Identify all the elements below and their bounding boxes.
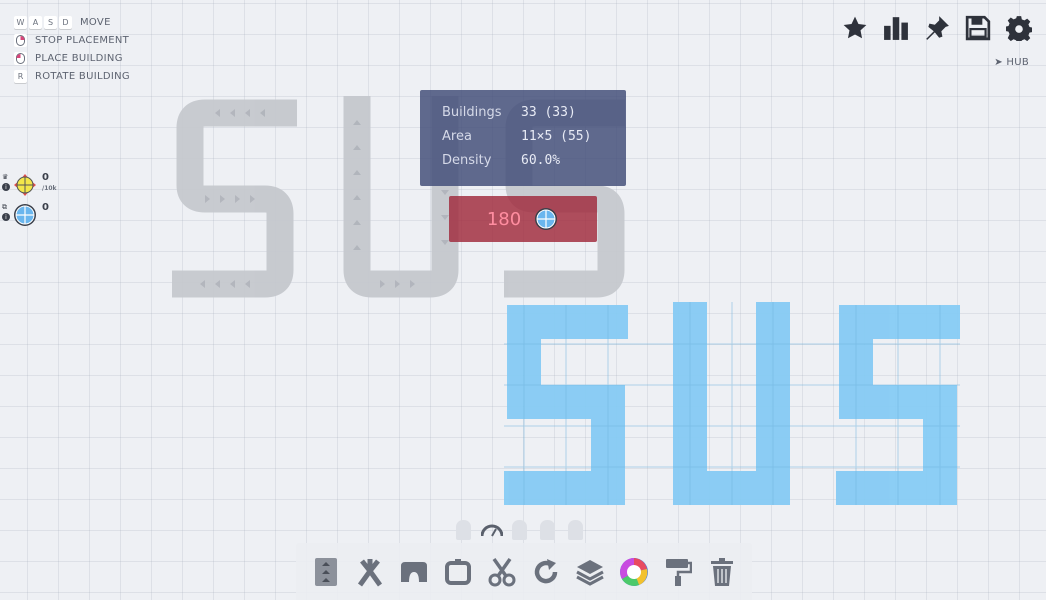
info-icon[interactable]: i	[2, 213, 10, 221]
key-d: D	[59, 15, 72, 29]
stat-value-buildings: 33 (33)	[521, 104, 576, 120]
hint-place-building: PLACE BUILDING	[14, 49, 130, 67]
key-r: R	[14, 69, 27, 83]
key-s: S	[44, 15, 57, 29]
extractor-tool-icon[interactable]	[443, 557, 473, 587]
pinned-badges: ⧉ i	[2, 204, 12, 221]
speed-variant-icon[interactable]	[480, 520, 504, 540]
stat-value-density: 60.0%	[521, 152, 561, 168]
hint-stop-placement: STOP PLACEMENT	[14, 31, 130, 49]
stacker-tool-icon[interactable]	[575, 557, 605, 587]
variant-slot[interactable]	[512, 520, 527, 540]
star-icon[interactable]	[841, 14, 868, 41]
building-toolbar	[296, 543, 752, 600]
crown-icon: ♛	[2, 173, 9, 181]
pinned-count-1: 0	[42, 172, 49, 183]
hub-label: HUB	[1006, 57, 1029, 68]
stat-value-area: 11×5 (55)	[521, 128, 592, 144]
hint-label-place: PLACE BUILDING	[35, 52, 123, 64]
hint-label-rotate: ROTATE BUILDING	[35, 70, 130, 82]
save-icon[interactable]	[964, 14, 991, 41]
pinned-badges: ♛ i	[2, 174, 12, 191]
settings-icon[interactable]	[1005, 14, 1032, 41]
variant-slot[interactable]	[568, 520, 583, 540]
pinned-count-2: 0	[42, 202, 49, 213]
pinned-goal-1: /10k	[42, 185, 57, 192]
target-shape-icon	[14, 174, 36, 196]
hub-arrow-icon: ➤	[994, 57, 1003, 68]
mixer-tool-icon[interactable]	[619, 557, 649, 587]
pinned-shapes: ♛ i 0 /10k ⧉ i 0	[2, 172, 57, 232]
stat-label-area: Area	[442, 128, 472, 144]
unpin-icon[interactable]: ⧉	[2, 204, 12, 211]
key-hints-panel: W A S D MOVE STOP PLACEMENT PLACE BUILDI…	[14, 13, 130, 85]
mouse-left-icon	[14, 51, 27, 65]
tunnel-tool-icon[interactable]	[399, 557, 429, 587]
info-icon[interactable]: i	[2, 183, 10, 191]
top-toolbar	[841, 14, 1032, 41]
pinned-shape-row[interactable]: ⧉ i 0	[2, 202, 57, 232]
variant-slot[interactable]	[456, 520, 471, 540]
hint-rotate: R ROTATE BUILDING	[14, 67, 130, 85]
painter-tool-icon[interactable]	[663, 557, 693, 587]
trash-tool-icon[interactable]	[707, 557, 737, 587]
stat-row-density: Density 60.0%	[442, 148, 591, 172]
stat-row-area: Area 11×5 (55)	[442, 124, 591, 148]
stat-row-buildings: Buildings 33 (33)	[442, 100, 591, 124]
hub-link[interactable]: ➤ HUB	[994, 57, 1029, 68]
circle-shape-icon	[535, 208, 558, 230]
mouse-right-icon	[14, 33, 27, 47]
key-w: W	[14, 15, 27, 29]
stat-label-buildings: Buildings	[442, 104, 502, 120]
selection-stats-panel: Buildings 33 (33) Area 11×5 (55) Density…	[420, 90, 626, 186]
pin-icon[interactable]	[923, 14, 950, 41]
stats-icon[interactable]	[882, 14, 909, 41]
hint-move: W A S D MOVE	[14, 13, 130, 31]
splitter-tool-icon[interactable]	[355, 557, 385, 587]
pinned-shape-row[interactable]: ♛ i 0 /10k	[2, 172, 57, 202]
cost-value: 180	[486, 208, 522, 230]
hint-label-move: MOVE	[80, 16, 111, 28]
circle-shape-icon	[14, 204, 36, 226]
hint-label-stop: STOP PLACEMENT	[35, 34, 130, 46]
variant-slot[interactable]	[540, 520, 555, 540]
rotator-tool-icon[interactable]	[531, 557, 561, 587]
key-a: A	[29, 15, 42, 29]
belt-tool-icon[interactable]	[311, 557, 341, 587]
placement-cost-panel: 180	[449, 196, 597, 242]
cutter-tool-icon[interactable]	[487, 557, 517, 587]
stat-label-density: Density	[442, 152, 492, 168]
building-variant-selector	[456, 520, 583, 540]
